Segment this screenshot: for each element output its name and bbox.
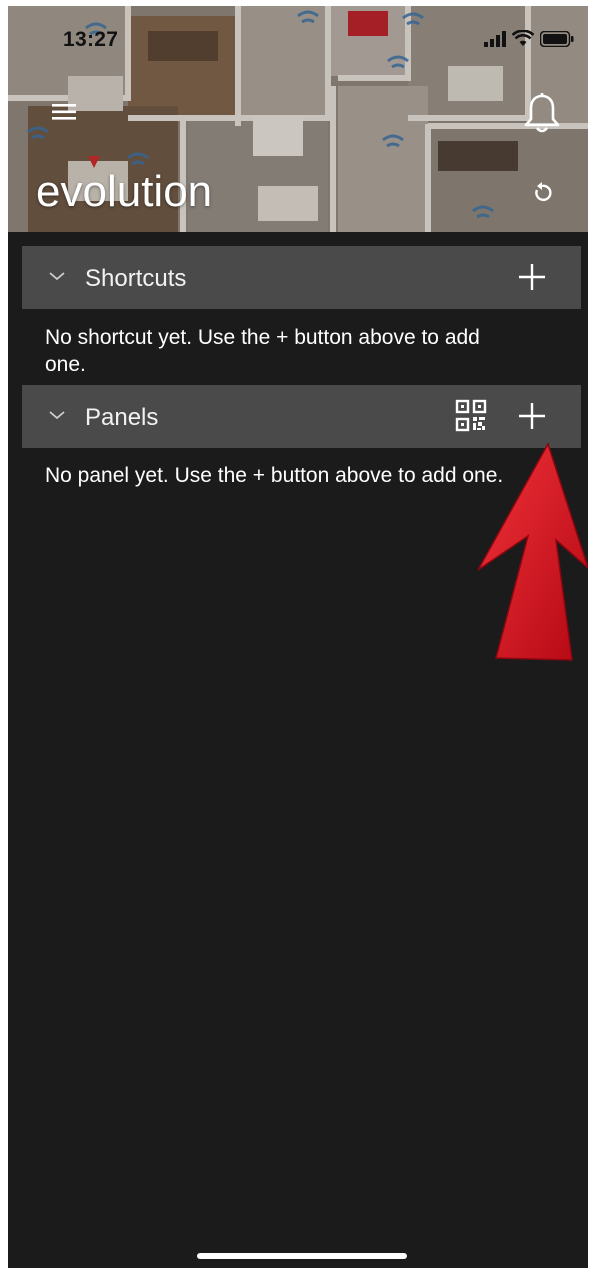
- notifications-button[interactable]: [522, 92, 562, 136]
- app-title: evolution: [36, 167, 213, 216]
- home-indicator: [197, 1253, 407, 1259]
- add-shortcut-icon[interactable]: [518, 263, 546, 291]
- menu-button[interactable]: [50, 100, 80, 124]
- header: 13:27 evolution: [8, 6, 588, 232]
- add-panel-icon[interactable]: [518, 402, 546, 430]
- app-screen: 13:27 evolution Shortcuts No shortcut ye…: [8, 6, 588, 1268]
- status-icons: [484, 30, 574, 47]
- cellular-signal-icon: [484, 31, 506, 47]
- shortcuts-section-header[interactable]: Shortcuts: [22, 246, 581, 309]
- panels-empty-message: No panel yet. Use the + button above to …: [45, 464, 504, 487]
- annotation-arrow: [477, 442, 588, 661]
- panels-section-label: Panels: [85, 404, 159, 431]
- refresh-button[interactable]: [530, 181, 554, 205]
- shortcuts-section-label: Shortcuts: [85, 265, 187, 292]
- refresh-icon: [535, 182, 552, 202]
- bell-icon: [524, 93, 560, 133]
- wifi-icon: [512, 30, 534, 46]
- hamburger-menu-icon: [52, 104, 76, 120]
- chevron-down-icon: [49, 272, 65, 281]
- chevron-down-icon: [49, 411, 65, 420]
- battery-icon: [540, 31, 574, 47]
- status-time: 13:27: [63, 28, 119, 51]
- panels-section-header[interactable]: Panels: [22, 385, 581, 448]
- shortcuts-empty-message: No shortcut yet. Use the + button above …: [45, 326, 480, 376]
- qr-code-scan-icon[interactable]: [455, 399, 487, 433]
